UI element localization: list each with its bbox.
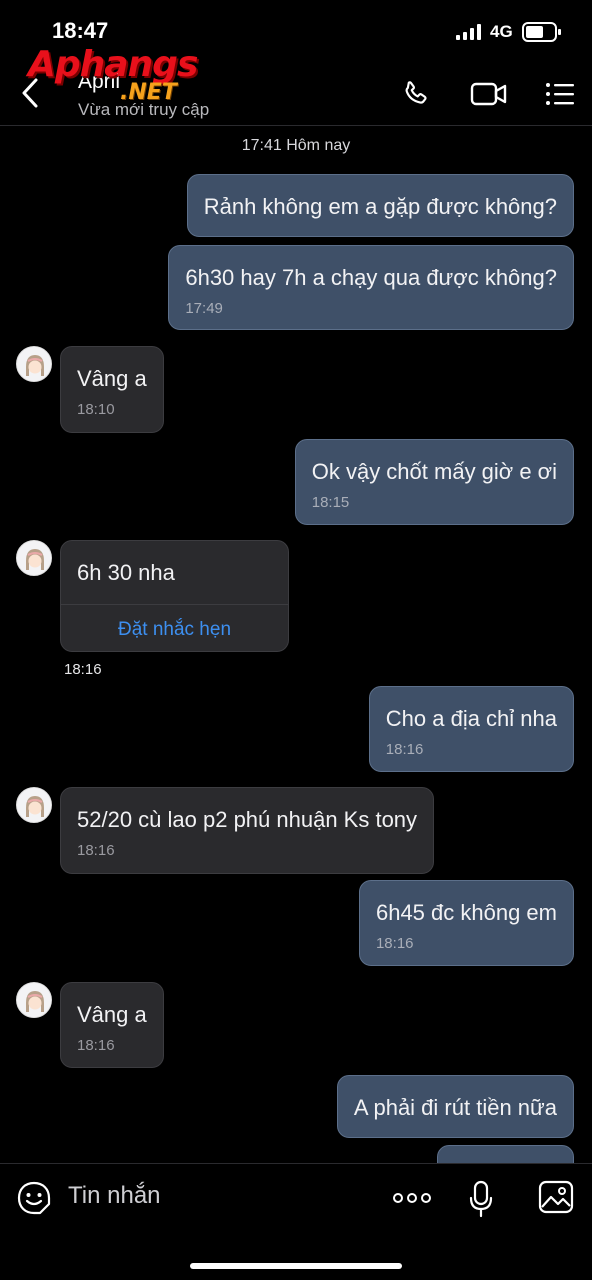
phone-icon[interactable] — [400, 78, 432, 110]
status-bar: 18:47 4G — [0, 0, 592, 62]
message-time: 18:10 — [77, 401, 115, 418]
message-text: Cho a địa chỉ nha — [385, 706, 557, 731]
outgoing-message[interactable]: A phải đi rút tiền nữa — [336, 1075, 574, 1138]
signal-icon — [456, 24, 481, 40]
incoming-message[interactable]: Vâng a 18:10 — [60, 346, 164, 433]
message-time: 17:49 — [185, 300, 223, 317]
outgoing-message-partial[interactable] — [437, 1145, 574, 1163]
message-text: Rảnh không em a gặp được không? — [203, 194, 557, 219]
message-text: Vâng a — [77, 1002, 147, 1027]
message-text: A phải đi rút tiền nữa — [353, 1095, 557, 1120]
message-text: Vâng a — [77, 366, 147, 391]
avatar[interactable] — [16, 982, 52, 1018]
contact-name[interactable]: April — [78, 70, 120, 94]
message-text: 52/20 cù lao p2 phú nhuận Ks tony — [77, 807, 418, 832]
avatar[interactable] — [16, 787, 52, 823]
avatar[interactable] — [16, 540, 52, 576]
status-time: 18:47 — [52, 18, 109, 43]
outgoing-message[interactable]: Ok vậy chốt mấy giờ e ơi 18:15 — [294, 439, 574, 525]
message-text: 6h 30 nha — [77, 560, 175, 585]
outgoing-message[interactable]: Cho a địa chỉ nha 18:16 — [368, 686, 574, 772]
set-reminder-link[interactable]: Đặt nhắc hẹn — [61, 619, 288, 641]
more-icon[interactable] — [392, 1188, 432, 1208]
outgoing-message[interactable]: 6h30 hay 7h a chạy qua được không? 17:49 — [168, 245, 574, 330]
message-time: 18:16 — [64, 661, 102, 678]
network-type: 4G — [490, 22, 513, 41]
incoming-message[interactable]: 52/20 cù lao p2 phú nhuận Ks tony 18:16 — [60, 787, 435, 874]
incoming-message[interactable]: Vâng a 18:16 — [60, 982, 164, 1068]
outgoing-message[interactable]: 6h45 đc không em 18:16 — [358, 880, 574, 966]
message-time: 18:16 — [375, 935, 414, 952]
contact-status: Vừa mới truy cập — [78, 100, 210, 119]
home-indicator[interactable] — [190, 1263, 402, 1269]
chat-header: April Vừa mới truy cập — [0, 62, 592, 126]
avatar-icon — [17, 541, 51, 575]
message-list[interactable]: 17:41 Hôm nay Rảnh không em a gặp được k… — [0, 127, 592, 1163]
message-text: 6h30 hay 7h a chạy qua được không? — [185, 265, 557, 290]
message-text: 6h45 đc không em — [375, 900, 557, 925]
message-text: Ok vậy chốt mấy giờ e ơi — [311, 459, 557, 484]
image-icon[interactable] — [538, 1180, 574, 1214]
avatar-icon — [17, 983, 51, 1017]
microphone-icon[interactable] — [468, 1180, 494, 1218]
message-time: 18:16 — [77, 1037, 115, 1054]
battery-icon — [522, 22, 561, 42]
bubble-divider — [61, 604, 288, 605]
message-input[interactable]: Tin nhắn — [68, 1182, 161, 1210]
message-time: 18:16 — [77, 842, 115, 859]
sticker-icon[interactable] — [16, 1180, 52, 1216]
message-composer: Tin nhắn — [0, 1163, 592, 1280]
message-time: 18:16 — [385, 741, 424, 758]
menu-icon[interactable] — [544, 78, 576, 110]
outgoing-message[interactable]: Rảnh không em a gặp được không? — [186, 174, 574, 237]
incoming-message-with-action[interactable]: 6h 30 nha Đặt nhắc hẹn — [60, 540, 289, 652]
message-time: 18:15 — [311, 494, 350, 511]
avatar-icon — [17, 347, 51, 381]
back-icon[interactable] — [18, 76, 44, 110]
avatar-icon — [17, 788, 51, 822]
avatar[interactable] — [16, 346, 52, 382]
date-separator: 17:41 Hôm nay — [241, 137, 351, 154]
video-call-icon[interactable] — [470, 78, 508, 110]
